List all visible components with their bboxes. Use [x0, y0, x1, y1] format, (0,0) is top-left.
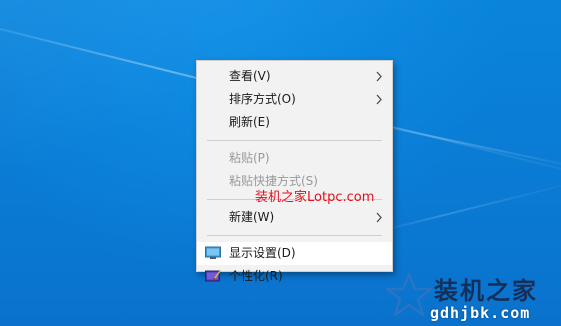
menu-separator: [207, 235, 382, 236]
personalize-icon: [205, 270, 221, 282]
wallpaper-light-ray: [380, 176, 561, 232]
menu-item-display-settings[interactable]: 显示设置(D): [197, 242, 392, 265]
menu-item-label: 个性化(R): [229, 269, 283, 283]
menu-item-paste: 粘贴(P): [197, 147, 392, 170]
menu-item-new[interactable]: 新建(W): [197, 206, 392, 229]
display-settings-icon: [205, 246, 221, 259]
menu-item-label: 刷新(E): [229, 115, 270, 129]
watermark-overlay-text: 装机之家Lotpc.com: [255, 190, 375, 205]
menu-item-label: 粘贴(P): [229, 151, 270, 165]
chevron-right-icon: [376, 71, 382, 82]
menu-item-label: 新建(W): [229, 210, 275, 224]
watermark-corner-title: 装机之家: [434, 277, 538, 305]
menu-item-sort-by[interactable]: 排序方式(O): [197, 88, 392, 111]
chevron-right-icon: [376, 212, 382, 223]
chevron-right-icon: [376, 94, 382, 105]
menu-item-label: 显示设置(D): [229, 246, 296, 260]
menu-item-refresh[interactable]: 刷新(E): [197, 111, 392, 134]
menu-item-personalize[interactable]: 个性化(R): [197, 265, 392, 288]
menu-separator: [207, 140, 382, 141]
menu-item-label: 查看(V): [229, 69, 271, 83]
desktop-context-menu: 查看(V) 排序方式(O) 刷新(E) 粘贴(P) 粘贴快捷方式(S) 新建(W…: [196, 60, 393, 283]
menu-item-label: 排序方式(O): [229, 92, 296, 106]
menu-item-view[interactable]: 查看(V): [197, 65, 392, 88]
watermark-corner-url: gdhjbk.com: [430, 304, 531, 322]
corner-watermark-logo: 装机之家 gdhjbk.com: [384, 268, 561, 326]
star-icon: [385, 272, 433, 317]
